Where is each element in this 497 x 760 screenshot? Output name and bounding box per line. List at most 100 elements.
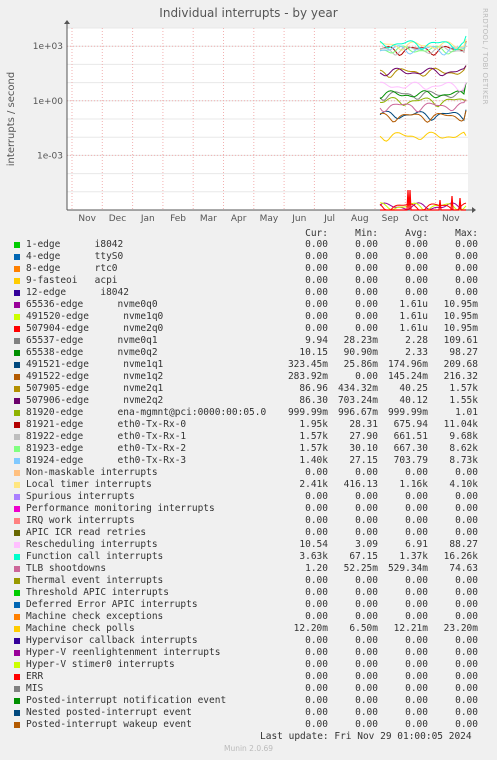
legend-swatch — [14, 445, 20, 452]
legend-value-max: 1.01 — [455, 407, 478, 418]
legend-value-max: 10.95m — [443, 299, 478, 310]
legend-swatch — [14, 301, 20, 308]
legend-swatch — [14, 673, 20, 680]
legend-swatch — [14, 577, 20, 584]
legend-swatch — [14, 613, 20, 620]
legend-series-name: Function call interrupts — [26, 551, 164, 562]
legend-swatch — [14, 553, 20, 560]
legend-series-name: 507904-edge nvme2q0 — [26, 323, 164, 334]
legend-series-name: 507906-edge nvme2q2 — [26, 395, 164, 406]
legend-value-max: 11.04k — [443, 419, 478, 430]
legend-swatch — [14, 493, 20, 500]
legend-swatch — [14, 241, 20, 248]
legend-series-name: Posted-interrupt wakeup event — [26, 719, 192, 730]
legend-value-max: 23.20m — [443, 623, 478, 634]
legend-series-name: Thermal event interrupts — [26, 575, 164, 586]
legend-swatch — [14, 361, 20, 368]
legend-swatch — [14, 505, 20, 512]
legend-series-name: 491521-edge nvme1q1 — [26, 359, 164, 370]
legend-value-max: 0.00 — [455, 587, 478, 598]
legend-swatch — [14, 721, 20, 728]
legend-swatch — [14, 385, 20, 392]
legend-series-name: 9-fasteoi acpi — [26, 275, 118, 286]
legend-series-name: 491520-edge nvme1q0 — [26, 311, 164, 322]
legend-value-max: 8.62k — [449, 443, 478, 454]
legend-series-name: 65537-edge nvme0q1 — [26, 335, 158, 346]
legend-series-name: 8-edge rtc0 — [26, 263, 118, 274]
legend-swatch — [14, 457, 20, 464]
legend-swatch — [14, 313, 20, 320]
legend-swatch — [14, 529, 20, 536]
legend-swatch — [14, 565, 20, 572]
legend-value-max: 216.32 — [443, 371, 478, 382]
legend-value-max: 0.00 — [455, 287, 478, 298]
legend-value-max: 0.00 — [455, 491, 478, 502]
legend-value-max: 8.73k — [449, 455, 478, 466]
legend-swatch — [14, 409, 20, 416]
legend-value-max: 0.00 — [455, 263, 478, 274]
legend-series-name: 65536-edge nvme0q0 — [26, 299, 158, 310]
legend-swatch — [14, 649, 20, 656]
legend-value-max: 209.68 — [443, 359, 478, 370]
legend-value-max: 0.00 — [455, 239, 478, 250]
legend-series-name: Threshold APIC interrupts — [26, 587, 169, 598]
legend-series-name: Machine check exceptions — [26, 611, 164, 622]
legend-swatch — [14, 337, 20, 344]
legend-value-max: 0.00 — [455, 275, 478, 286]
legend-series-name: 12-edge i8042 — [26, 287, 129, 298]
legend-series-name: 4-edge ttyS0 — [26, 251, 124, 262]
legend-series-name: Local timer interrupts — [26, 479, 152, 490]
legend-series-name: 65538-edge nvme0q2 — [26, 347, 158, 358]
legend-value-max: 88.27 — [449, 539, 478, 550]
legend-series-name: Rescheduling interrupts — [26, 539, 158, 550]
legend-value-max: 98.27 — [449, 347, 478, 358]
legend-swatch — [14, 469, 20, 476]
legend-value-max: 4.10k — [449, 479, 478, 490]
legend-value-max: 10.95m — [443, 311, 478, 322]
legend-value-max: 9.68k — [449, 431, 478, 442]
legend-series-name: 81922-edge eth0-Tx-Rx-1 — [26, 431, 187, 442]
legend-series-name: Hypervisor callback interrupts — [26, 635, 198, 646]
legend-swatch — [14, 601, 20, 608]
legend-value-max: 0.00 — [455, 611, 478, 622]
legend-swatch — [14, 277, 20, 284]
legend-series-name: Posted-interrupt notification event — [26, 695, 227, 706]
legend-swatch — [14, 421, 20, 428]
legend-column-header: Max: — [455, 228, 478, 239]
legend-swatch — [14, 265, 20, 272]
legend-value-max: 16.26k — [443, 551, 478, 562]
legend-swatch — [14, 697, 20, 704]
legend-swatch — [14, 373, 20, 380]
legend-series-name: Hyper-V reenlightenment interrupts — [26, 647, 221, 658]
legend-series-name: Non-maskable interrupts — [26, 467, 158, 478]
last-update: Last update: Fri Nov 29 01:00:05 2024 — [260, 731, 472, 742]
legend-swatch — [14, 709, 20, 716]
munin-version: Munin 2.0.69 — [223, 744, 274, 753]
legend-value-max: 0.00 — [455, 695, 478, 706]
legend-series-name: 81924-edge eth0-Tx-Rx-3 — [26, 455, 187, 466]
legend-swatch — [14, 517, 20, 524]
legend-series-name: Machine check polls — [26, 623, 135, 634]
legend-value-max: 0.00 — [455, 659, 478, 670]
legend-swatch — [14, 325, 20, 332]
legend-swatch — [14, 349, 20, 356]
legend-swatch — [14, 661, 20, 668]
legend-series-name: 81920-edge ena-mgmnt@pci:0000:00:05.0 — [26, 407, 267, 418]
legend-swatch — [14, 637, 20, 644]
legend-series-name: 81923-edge eth0-Tx-Rx-2 — [26, 443, 187, 454]
legend-series-name: ERR — [26, 671, 44, 682]
legend-series-name: TLB shootdowns — [26, 563, 107, 574]
legend-value-max: 1.55k — [449, 395, 478, 406]
legend-value-max: 1.57k — [449, 383, 478, 394]
legend-series-name: Deferred Error APIC interrupts — [26, 599, 198, 610]
legend-value-max: 10.95m — [443, 323, 478, 334]
legend-series-name: 491522-edge nvme1q2 — [26, 371, 164, 382]
legend-swatch — [14, 397, 20, 404]
legend-value-max: 0.00 — [455, 575, 478, 586]
legend-swatch — [14, 685, 20, 692]
legend-value-max: 74.63 — [449, 563, 478, 574]
legend-swatch — [14, 589, 20, 596]
legend-series-name: APIC ICR read retries — [26, 527, 147, 538]
legend-value-max: 0.00 — [455, 467, 478, 478]
legend-value-max: 0.00 — [455, 503, 478, 514]
